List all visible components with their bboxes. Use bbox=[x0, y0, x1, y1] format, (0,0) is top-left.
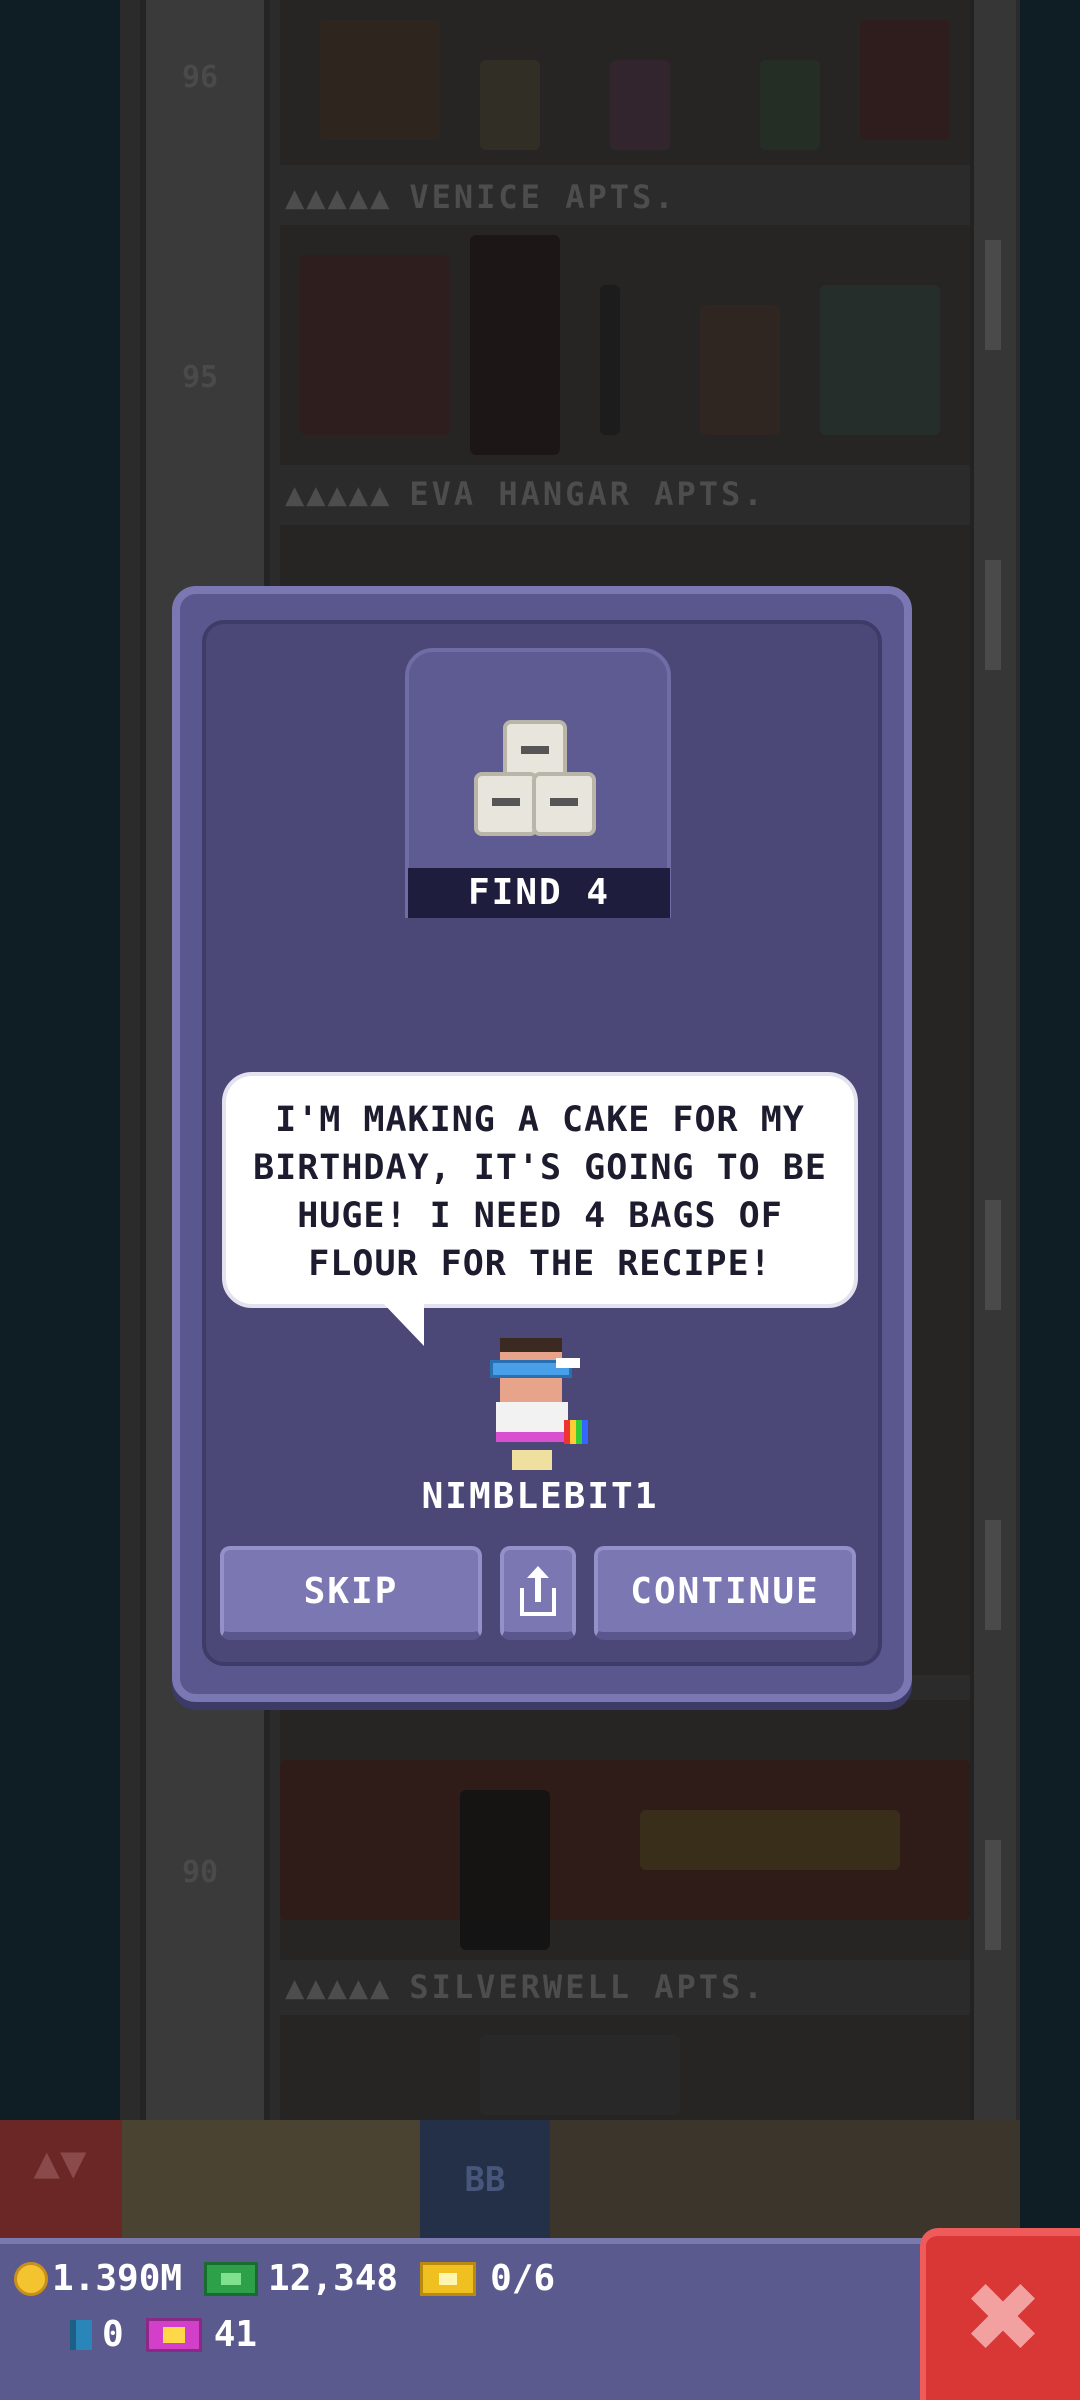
continue-button[interactable]: CONTINUE bbox=[594, 1546, 856, 1640]
find-count-label: FIND 4 bbox=[408, 868, 670, 918]
hud-row-secondary: 0 41 bbox=[70, 2314, 279, 2355]
speech-bubble: I'M MAKING A CAKE FOR MY BIRTHDAY, IT'S … bbox=[222, 1072, 858, 1308]
elevator-arrows-icon[interactable]: ▲▼ bbox=[30, 2141, 90, 2185]
resource-hud: 1.390M 12,348 0/6 0 41 bbox=[0, 2238, 1080, 2400]
floor-label-venice: ▲▲▲▲▲ VENICE APTS. bbox=[285, 178, 677, 216]
tickets-value: 0/6 bbox=[490, 2258, 556, 2299]
share-icon bbox=[518, 1566, 558, 1616]
rail-segment bbox=[985, 1200, 1001, 1310]
skip-button[interactable]: SKIP bbox=[220, 1546, 482, 1640]
player-name: NIMBLEBIT1 bbox=[421, 1476, 659, 1517]
rail-segment bbox=[985, 560, 1001, 670]
player-avatar bbox=[486, 1338, 596, 1478]
floor-room-venice[interactable] bbox=[280, 0, 970, 165]
bux-value: 12,348 bbox=[268, 2258, 399, 2299]
close-icon: ✖ bbox=[962, 2262, 1044, 2374]
floor-number: 95 bbox=[181, 360, 219, 395]
keys-value: 0 bbox=[102, 2314, 124, 2355]
golden-tickets-value: 41 bbox=[213, 2314, 258, 2355]
floor-room-lobby-upper bbox=[280, 2015, 970, 2125]
lobby-sign: BB bbox=[420, 2120, 550, 2240]
lobby-area bbox=[122, 2120, 422, 2240]
rail-segment bbox=[985, 1840, 1001, 1950]
floor-room-eva-hangar[interactable] bbox=[280, 225, 970, 465]
ticket-icon bbox=[420, 2261, 477, 2296]
lobby-area bbox=[550, 2120, 1020, 2240]
golden-tickets-counter[interactable]: 41 bbox=[145, 2314, 258, 2355]
golden-ticket-icon bbox=[145, 2317, 202, 2352]
flour-bags-icon bbox=[470, 716, 600, 856]
coin-icon bbox=[14, 2261, 48, 2296]
coins-counter[interactable]: 1.390M bbox=[14, 2258, 182, 2299]
rail-segment bbox=[985, 1520, 1001, 1630]
rail-segment bbox=[985, 240, 1001, 350]
bux-counter[interactable]: 12,348 bbox=[204, 2258, 398, 2299]
speech-bubble-tail bbox=[380, 1300, 424, 1346]
floor-number: 96 bbox=[181, 60, 219, 95]
share-button[interactable] bbox=[500, 1546, 576, 1640]
floor-number: 90 bbox=[181, 1855, 219, 1890]
floor-label-silverwell: ▲▲▲▲▲ SILVERWELL APTS. bbox=[285, 1968, 766, 2006]
key-icon bbox=[70, 2319, 92, 2350]
tickets-counter[interactable]: 0/6 bbox=[420, 2258, 555, 2299]
keys-counter[interactable]: 0 bbox=[70, 2314, 124, 2355]
hud-row-primary: 1.390M 12,348 0/6 bbox=[14, 2258, 577, 2299]
coins-value: 1.390M bbox=[52, 2258, 183, 2299]
close-button[interactable]: ✖ bbox=[920, 2228, 1080, 2400]
mission-message: I'M MAKING A CAKE FOR MY BIRTHDAY, IT'S … bbox=[253, 1100, 827, 1284]
floor-label-eva-hangar: ▲▲▲▲▲ EVA HANGAR APTS. bbox=[285, 475, 766, 513]
bux-icon bbox=[204, 2261, 259, 2296]
floor-room-silverwell[interactable] bbox=[280, 1700, 970, 1960]
